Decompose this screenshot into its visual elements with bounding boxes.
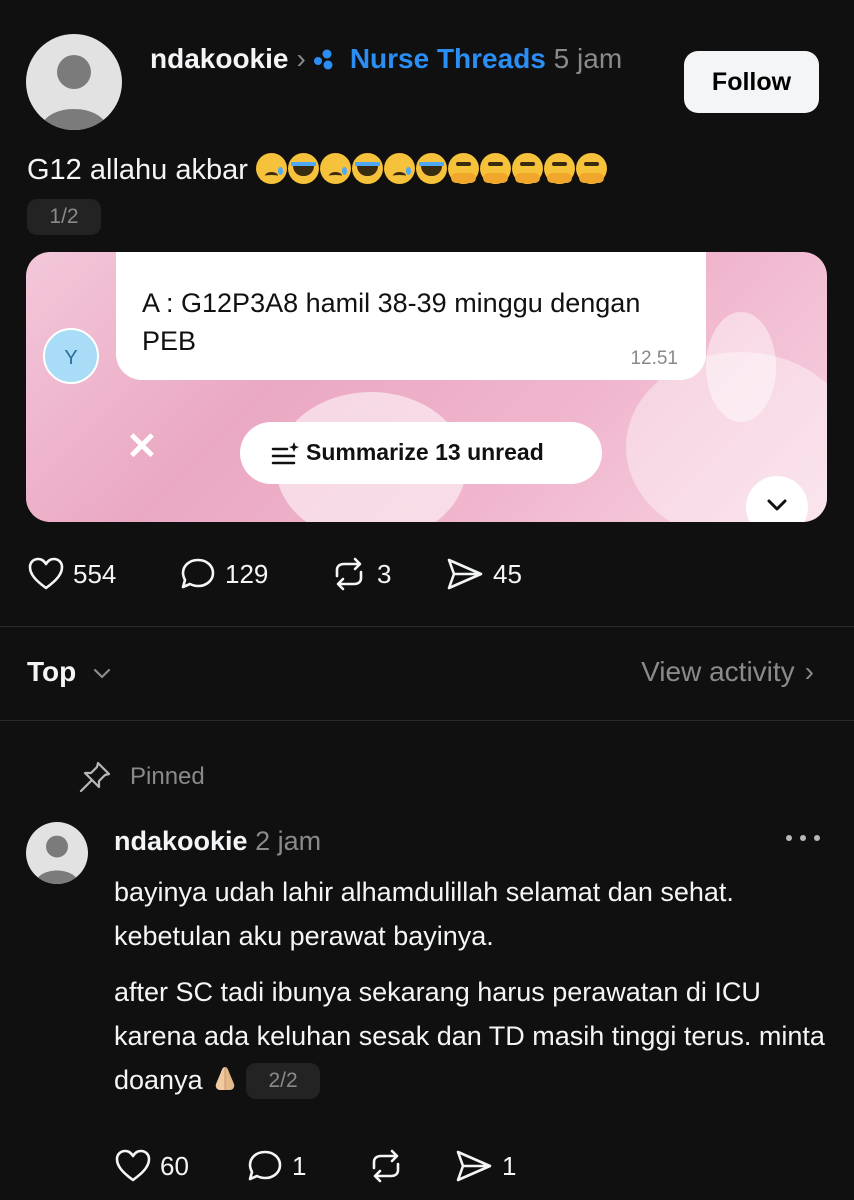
- follow-button[interactable]: Follow: [684, 51, 819, 113]
- like-button[interactable]: 60: [114, 1148, 246, 1184]
- more-options-button[interactable]: [786, 828, 820, 848]
- post-text: G12 allahu akbar: [27, 150, 608, 190]
- salute-emoji-icon: [543, 153, 575, 184]
- more-dot: [786, 835, 792, 841]
- share-button[interactable]: 45: [445, 556, 555, 592]
- default-avatar-icon: [40, 55, 108, 130]
- community-icon: [313, 49, 333, 70]
- author-username[interactable]: ndakookie: [150, 43, 288, 74]
- emoji-row: [255, 153, 608, 186]
- reply-author-username[interactable]: ndakookie: [114, 826, 248, 856]
- divider: [0, 720, 854, 721]
- share-count: 45: [493, 558, 522, 589]
- sad-emoji-icon: [255, 153, 287, 184]
- comment-count: 129: [225, 558, 269, 589]
- comment-icon: [248, 1150, 282, 1181]
- folded-hands-icon: [215, 1067, 235, 1090]
- pin-icon: [79, 761, 111, 793]
- author-avatar[interactable]: [26, 34, 122, 130]
- pinned-label: Pinned: [130, 763, 205, 790]
- chat-avatar: Y: [43, 328, 99, 384]
- sort-label: Top: [27, 656, 77, 687]
- sparkle-list-icon: [271, 442, 299, 465]
- decor-blob: [706, 312, 776, 422]
- post-actions: 554 129 3 45: [27, 556, 555, 592]
- like-count: 554: [73, 558, 117, 589]
- post-text-content: G12 allahu akbar: [27, 154, 248, 186]
- reply-time: 2 jam: [255, 826, 322, 856]
- salute-emoji-icon: [479, 153, 511, 184]
- view-activity-label: View activity: [641, 656, 795, 687]
- chat-bubble: A : G12P3A8 hamil 38-39 minggu dengan PE…: [116, 252, 706, 380]
- default-avatar-icon: [35, 835, 79, 884]
- share-button[interactable]: 1: [454, 1148, 544, 1184]
- repost-button[interactable]: [366, 1148, 454, 1184]
- salute-emoji-icon: [575, 153, 607, 184]
- page-indicator: 2/2: [246, 1063, 321, 1099]
- view-activity-link[interactable]: View activity ›: [641, 656, 814, 688]
- reply-paragraph-2: after SC tadi ibunya sekarang harus pera…: [114, 970, 829, 1102]
- community-link[interactable]: Nurse Threads: [350, 43, 546, 74]
- share-count: 1: [502, 1150, 517, 1181]
- repost-icon: [372, 1149, 400, 1183]
- repost-icon: [335, 557, 363, 591]
- sad-emoji-icon: [383, 153, 415, 184]
- like-count: 60: [160, 1150, 189, 1181]
- reply-author-avatar[interactable]: [26, 822, 88, 884]
- decor-x-icon: ✕: [126, 426, 158, 468]
- reply-paragraph: bayinya udah lahir alhamdulillah selamat…: [114, 877, 734, 951]
- cry-emoji-icon: [415, 153, 447, 184]
- page-indicator: 1/2: [27, 199, 101, 235]
- post-header: ndakookie › Nurse Threads 5 jam: [150, 36, 670, 82]
- chevron-down-icon: [93, 668, 111, 679]
- more-dot: [800, 835, 806, 841]
- chat-message-time: 12.51: [630, 348, 678, 369]
- salute-emoji-icon: [511, 153, 543, 184]
- divider: [0, 626, 854, 627]
- summarize-label: Summarize 13 unread: [306, 439, 544, 465]
- like-button[interactable]: 554: [27, 556, 179, 592]
- sort-dropdown[interactable]: Top: [27, 656, 112, 688]
- comment-button[interactable]: 129: [179, 556, 329, 592]
- pinned-indicator: Pinned: [78, 760, 205, 794]
- chat-message: A : G12P3A8 hamil 38-39 minggu dengan PE…: [142, 288, 641, 356]
- heart-icon: [28, 557, 64, 590]
- chevron-right-icon: ›: [804, 656, 814, 687]
- chevron-down-icon: [767, 499, 787, 511]
- salute-emoji-icon: [447, 153, 479, 184]
- send-icon: [456, 1150, 492, 1182]
- post-time: 5 jam: [553, 43, 623, 74]
- summarize-button[interactable]: Summarize 13 unread: [240, 422, 602, 484]
- comment-icon: [181, 558, 215, 589]
- repost-count: 3: [377, 558, 392, 589]
- sad-emoji-icon: [319, 153, 351, 184]
- post-image[interactable]: ✕ Y A : G12P3A8 hamil 38-39 minggu denga…: [26, 252, 827, 522]
- comment-count: 1: [292, 1150, 307, 1181]
- chevron-right-icon: ›: [296, 43, 306, 74]
- more-dot: [814, 835, 820, 841]
- send-icon: [447, 558, 483, 590]
- heart-icon: [115, 1149, 151, 1182]
- cry-emoji-icon: [351, 153, 383, 184]
- reply-body: bayinya udah lahir alhamdulillah selamat…: [114, 870, 829, 1114]
- cry-emoji-icon: [287, 153, 319, 184]
- reply-header: ndakookie 2 jam: [114, 824, 321, 858]
- comment-button[interactable]: 1: [246, 1148, 366, 1184]
- reply-actions: 60 1 1: [114, 1148, 544, 1184]
- repost-button[interactable]: 3: [329, 556, 445, 592]
